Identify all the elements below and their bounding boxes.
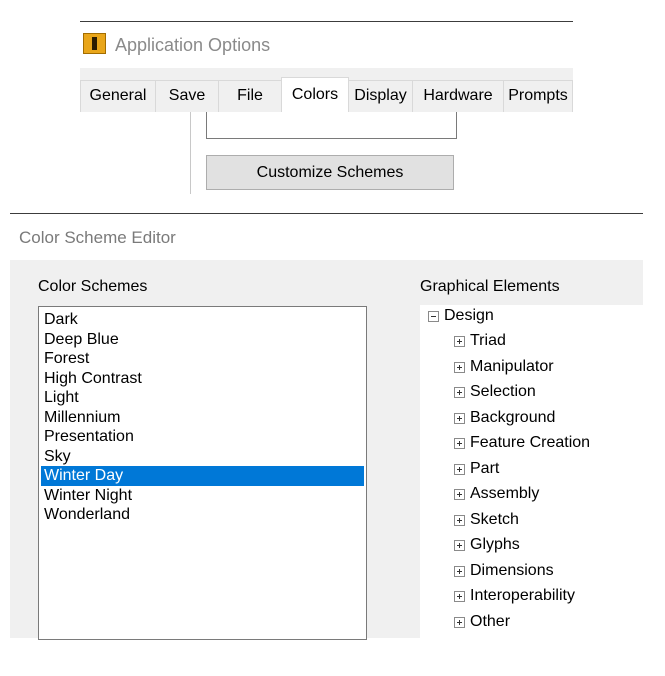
expand-icon[interactable]	[454, 412, 465, 424]
scheme-preview-box	[206, 112, 457, 139]
inventor-app-icon	[83, 33, 106, 54]
tab-file[interactable]: File	[218, 80, 282, 112]
color-schemes-list[interactable]: Dark Deep Blue Forest High Contrast Ligh…	[38, 306, 367, 640]
tree-node-label: Manipulator	[470, 357, 554, 375]
tree-node-label: Assembly	[470, 485, 540, 502]
tree-node-label: Other	[470, 612, 511, 630]
scheme-item-millennium[interactable]: Millennium	[41, 408, 364, 428]
expand-icon[interactable]	[454, 616, 465, 628]
tree-node-label: Background	[470, 408, 556, 426]
graphical-elements-tree[interactable]: Design Triad Manipulator Selection Backg…	[420, 305, 643, 638]
expand-icon[interactable]	[454, 591, 465, 602]
tab-save[interactable]: Save	[155, 80, 219, 112]
scheme-item-light[interactable]: Light	[41, 388, 364, 408]
expand-icon[interactable]	[454, 565, 465, 577]
collapse-icon[interactable]	[428, 311, 439, 322]
tab-hardware[interactable]: Hardware	[412, 80, 504, 112]
tab-prompts[interactable]: Prompts	[503, 80, 573, 112]
expand-icon[interactable]	[454, 387, 465, 398]
tab-general[interactable]: General	[80, 80, 156, 112]
expand-icon[interactable]	[454, 438, 465, 449]
scheme-item-wonderland[interactable]: Wonderland	[41, 505, 364, 525]
panel-divider	[190, 112, 191, 194]
tab-colors[interactable]: Colors	[281, 77, 349, 113]
color-scheme-editor-title: Color Scheme Editor	[19, 228, 176, 247]
tree-node-label: Design	[444, 307, 494, 324]
color-schemes-label: Color Schemes	[38, 278, 148, 295]
scheme-item-high-contrast[interactable]: High Contrast	[41, 369, 364, 389]
tab-display[interactable]: Display	[348, 80, 413, 112]
scheme-item-winter-day[interactable]: Winter Day	[41, 466, 364, 486]
scheme-item-dark[interactable]: Dark	[41, 310, 364, 330]
scheme-item-winter-night[interactable]: Winter Night	[41, 486, 364, 506]
tree-node-label: Dimensions	[470, 561, 554, 579]
scheme-item-forest[interactable]: Forest	[41, 349, 364, 369]
expand-icon[interactable]	[454, 514, 465, 526]
expand-icon[interactable]	[454, 361, 465, 373]
expand-icon[interactable]	[454, 336, 465, 347]
scheme-item-sky[interactable]: Sky	[41, 447, 364, 467]
tree-node-label: Interoperability	[470, 587, 575, 604]
tree-node-label: Sketch	[470, 510, 519, 528]
tree-node-label: Part	[470, 459, 500, 477]
tree-node-label: Selection	[470, 383, 536, 400]
expand-icon[interactable]	[454, 540, 465, 551]
app-options-title: Application Options	[115, 35, 271, 55]
tree-node-label: Triad	[470, 332, 506, 349]
window-border	[10, 213, 643, 214]
tree-node-label: Glyphs	[470, 536, 520, 553]
expand-icon[interactable]	[454, 489, 465, 500]
expand-icon[interactable]	[454, 463, 465, 475]
scheme-item-deep-blue[interactable]: Deep Blue	[41, 330, 364, 350]
scheme-item-presentation[interactable]: Presentation	[41, 427, 364, 447]
tree-node-label: Feature Creation	[470, 434, 591, 451]
customize-schemes-button[interactable]: Customize Schemes	[206, 155, 454, 190]
graphical-elements-label: Graphical Elements	[420, 278, 560, 295]
